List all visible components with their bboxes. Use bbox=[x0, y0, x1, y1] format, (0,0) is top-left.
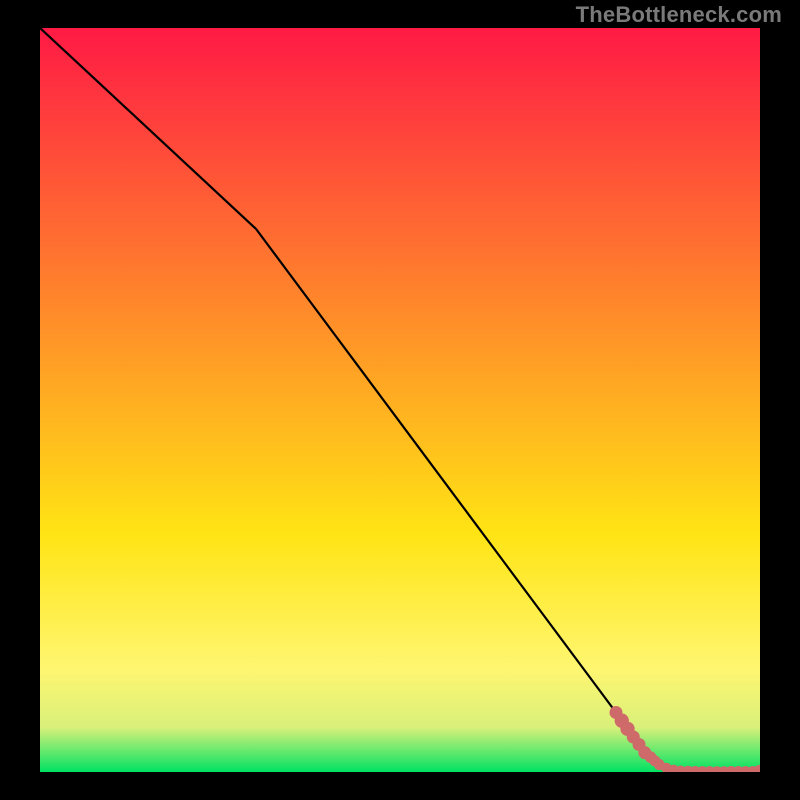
plot-area bbox=[40, 28, 760, 772]
watermark-text: TheBottleneck.com bbox=[576, 2, 782, 28]
gradient-background bbox=[40, 28, 760, 772]
chart-frame: TheBottleneck.com bbox=[0, 0, 800, 800]
chart-svg bbox=[40, 28, 760, 772]
